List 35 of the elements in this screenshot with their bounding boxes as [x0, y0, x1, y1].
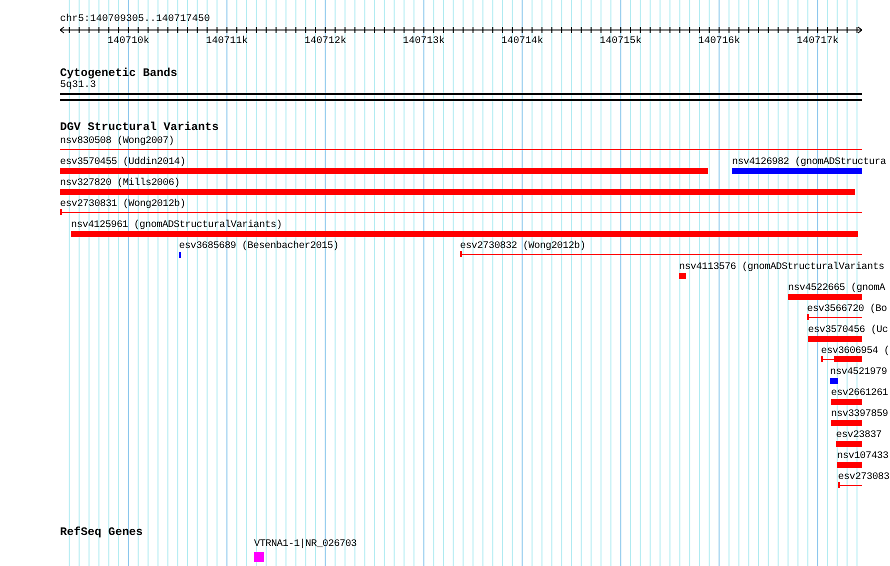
track-title: Cytogenetic Bands [60, 67, 178, 80]
variant-label[interactable]: esv2661261 [831, 388, 888, 400]
ruler-tick-label: 140713k [402, 36, 445, 48]
variant-label[interactable]: nsv327820 (Mills2006) [60, 178, 180, 190]
ruler-tick-label: 140712k [304, 36, 346, 48]
ruler-tick-label: 140711k [206, 36, 248, 48]
variant-label[interactable]: esv23837 [836, 430, 882, 442]
region-coordinates: chr5:140709305..140717450 [60, 14, 210, 26]
variant-label[interactable]: nsv107433 [837, 451, 888, 463]
track-title: RefSeq Genes [60, 526, 143, 539]
variant-label[interactable]: esv2730831 (Wong2012b) [60, 199, 186, 211]
variant-label[interactable]: nsv830508 (Wong2007) [60, 136, 174, 148]
track-title: DGV Structural Variants [60, 121, 219, 134]
variant-label[interactable]: esv273083 [838, 472, 890, 484]
variant-label[interactable]: nsv4125961 (gnomADStructuralVariants) [71, 220, 282, 232]
ruler-tick-label: 140717k [796, 36, 839, 48]
variant-label[interactable]: nsv4113576 (gnomADStructuralVariants [679, 262, 884, 274]
variant-label[interactable]: esv3570455 (Uddin2014) [60, 157, 186, 169]
variant-label[interactable]: esv3570456 (Uc [808, 325, 888, 337]
variant-label[interactable]: esv3606954 ( [821, 346, 890, 358]
band-label: 5q31.3 [60, 80, 96, 92]
variant-label[interactable]: nsv3397859 [831, 409, 888, 421]
variant-label[interactable]: esv3685689 (Besenbacher2015) [179, 241, 339, 253]
variant-label[interactable]: nsv4522665 (gnomA [788, 283, 885, 295]
gene-label[interactable]: VTRNA1-1|NR_026703 [254, 539, 357, 551]
ruler-tick-label: 140714k [501, 36, 544, 48]
gene-box[interactable] [254, 552, 264, 562]
variant-bar[interactable] [821, 356, 862, 362]
ruler-tick-label: 140710k [107, 36, 150, 48]
ruler-tick-label: 140716k [698, 36, 740, 48]
variant-label[interactable]: esv2730832 (Wong2012b) [460, 241, 586, 253]
variant-label[interactable]: nsv4521979 [830, 367, 888, 379]
ruler-tick-label: 140715k [600, 36, 642, 48]
variant-label[interactable]: nsv4126982 (gnomADStructura [732, 157, 886, 169]
variant-label[interactable]: esv3566720 (Bo [807, 304, 887, 316]
